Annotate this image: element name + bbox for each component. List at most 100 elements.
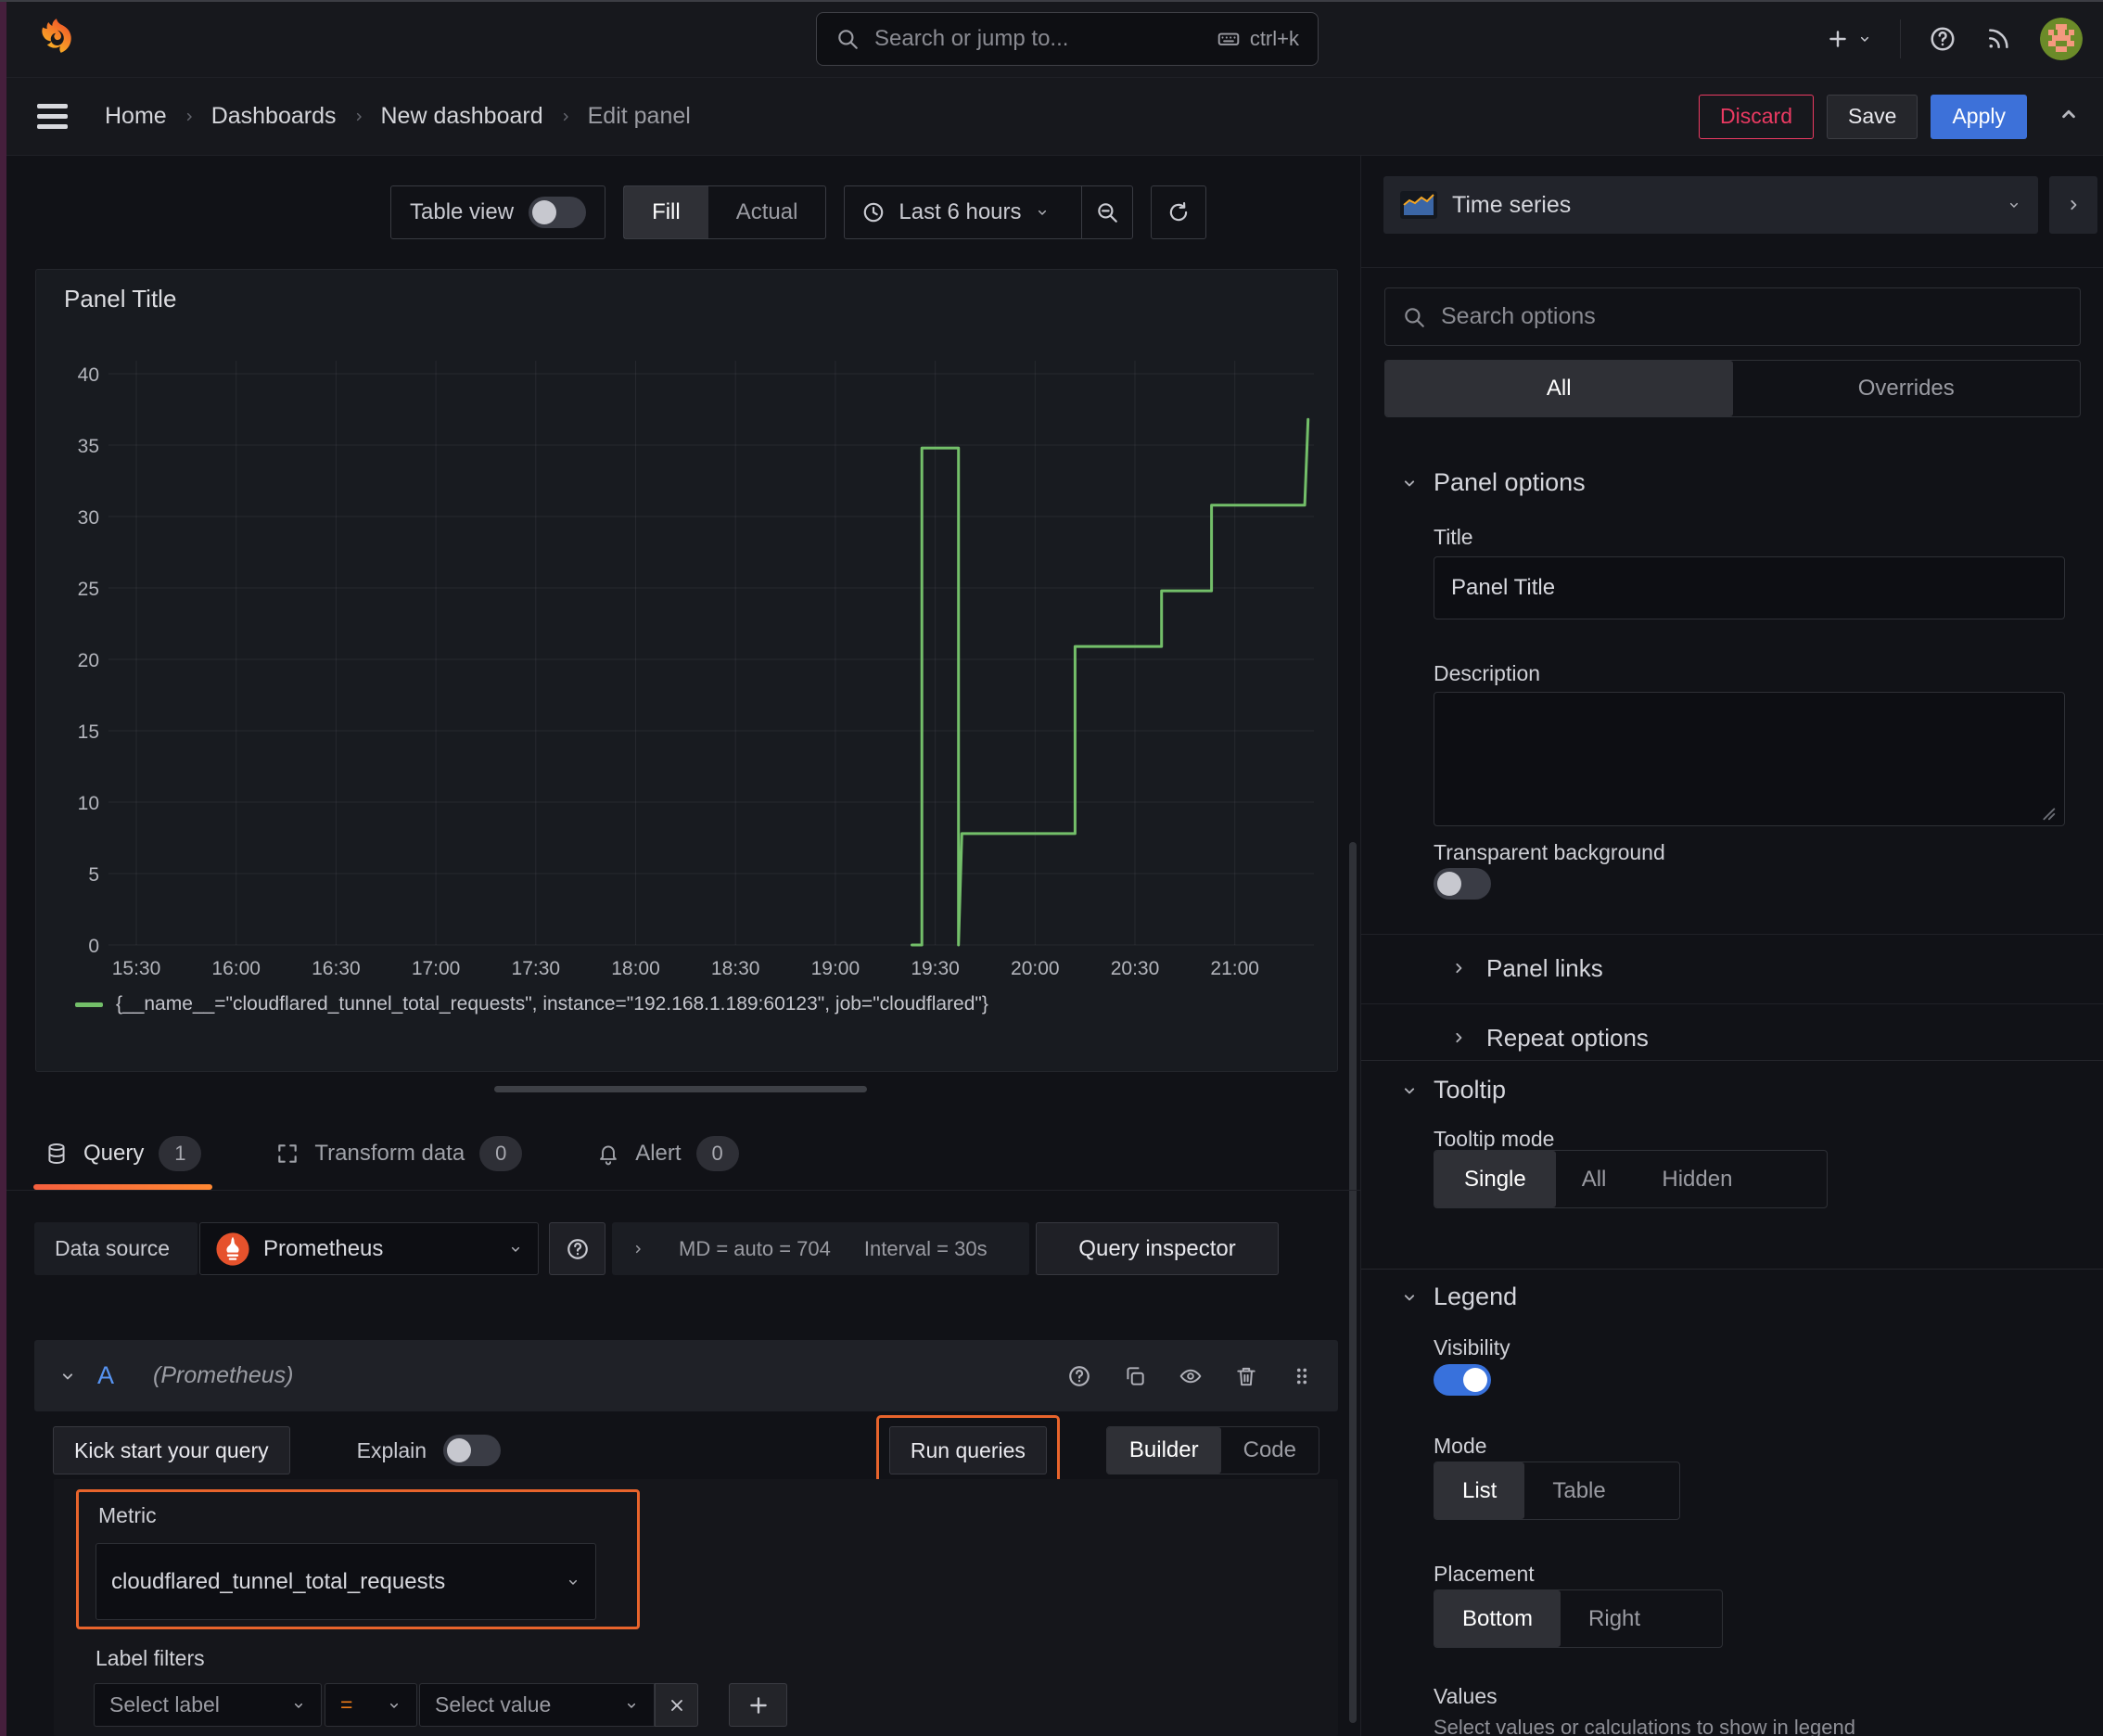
svg-text:16:00: 16:00 bbox=[211, 958, 261, 979]
kick-start-query-button[interactable]: Kick start your query bbox=[53, 1426, 290, 1474]
window-top-edge bbox=[0, 0, 2103, 2]
query-help-icon[interactable] bbox=[1067, 1364, 1091, 1388]
breadcrumb-new-dashboard[interactable]: New dashboard bbox=[381, 103, 543, 130]
legend-placement-right[interactable]: Right bbox=[1561, 1590, 1668, 1647]
explain-toggle[interactable] bbox=[443, 1435, 502, 1466]
delete-query-trash-icon[interactable] bbox=[1234, 1364, 1258, 1388]
breadcrumb-home[interactable]: Home bbox=[105, 103, 167, 130]
legend-series-label[interactable]: {__name__="cloudflared_tunnel_total_requ… bbox=[116, 993, 988, 1015]
new-menu-button[interactable] bbox=[1826, 27, 1872, 51]
menu-toggle-button[interactable] bbox=[37, 104, 68, 129]
search-icon bbox=[835, 27, 860, 51]
datasource-picker[interactable]: Prometheus bbox=[199, 1222, 539, 1275]
time-series-chart[interactable]: 0 5 10 15 20 25 30 35 40 15:30 16:00 16:30 17:00 17:3… bbox=[53, 324, 1326, 986]
svg-text:19:00: 19:00 bbox=[811, 958, 860, 979]
panel-preview-title[interactable]: Panel Title bbox=[64, 285, 176, 313]
fill-option[interactable]: Fill bbox=[624, 186, 708, 238]
code-option[interactable]: Code bbox=[1221, 1427, 1319, 1474]
legend-visibility-toggle[interactable] bbox=[1434, 1364, 1491, 1396]
chevron-down-icon bbox=[1400, 1081, 1419, 1100]
section-legend[interactable]: Legend bbox=[1400, 1283, 1517, 1311]
chevron-down-icon bbox=[1857, 32, 1872, 46]
navbar-actions bbox=[1826, 0, 2083, 78]
query-options-summary[interactable]: MD = auto = 704 Interval = 30s bbox=[612, 1222, 1029, 1275]
panel-resize-handle[interactable] bbox=[494, 1086, 867, 1092]
visualization-picker[interactable]: Time series bbox=[1383, 176, 2038, 234]
tooltip-mode-hidden[interactable]: Hidden bbox=[1632, 1151, 1762, 1207]
section-panel-links[interactable]: Panel links bbox=[1449, 946, 1603, 990]
label-filters-row: Select label = Select value bbox=[94, 1683, 787, 1727]
disable-query-eye-icon[interactable] bbox=[1179, 1364, 1203, 1388]
panel-description-textarea[interactable] bbox=[1434, 692, 2065, 826]
add-filter-button[interactable] bbox=[729, 1683, 787, 1727]
breadcrumb-edit-panel: Edit panel bbox=[587, 103, 691, 129]
tab-query[interactable]: Query 1 bbox=[33, 1117, 213, 1190]
time-series-viz-icon bbox=[1400, 191, 1437, 219]
query-editor-row: A (Prometheus) Kick start your query Exp… bbox=[34, 1340, 1338, 1736]
remove-filter-button[interactable] bbox=[655, 1683, 698, 1727]
edit-panel-main: Table view Fill Actual Last 6 hours Pane… bbox=[0, 156, 1361, 1736]
duplicate-query-icon[interactable] bbox=[1123, 1364, 1147, 1388]
chevron-down-icon bbox=[1035, 205, 1050, 220]
metric-select[interactable]: cloudflared_tunnel_total_requests bbox=[96, 1543, 596, 1620]
news-rss-icon[interactable] bbox=[1984, 25, 2012, 53]
global-search-input[interactable] bbox=[874, 26, 1202, 52]
user-avatar[interactable] bbox=[2040, 18, 2083, 60]
chevron-down-icon bbox=[566, 1575, 580, 1589]
toggle-options-pane-button[interactable] bbox=[2049, 176, 2097, 234]
svg-text:17:00: 17:00 bbox=[412, 958, 461, 979]
section-tooltip[interactable]: Tooltip bbox=[1400, 1076, 1506, 1104]
svg-text:20:30: 20:30 bbox=[1111, 958, 1160, 979]
operator-dropdown[interactable]: = bbox=[325, 1683, 417, 1727]
chevron-down-icon bbox=[291, 1698, 306, 1713]
tooltip-mode-all[interactable]: All bbox=[1556, 1151, 1633, 1207]
actual-option[interactable]: Actual bbox=[708, 186, 826, 238]
description-field-label: Description bbox=[1434, 661, 1541, 685]
datasource-help-button[interactable] bbox=[549, 1222, 605, 1275]
global-search-box[interactable]: ctrl+k bbox=[816, 12, 1319, 66]
drag-grip-icon[interactable] bbox=[1290, 1364, 1314, 1388]
panel-title-input[interactable] bbox=[1434, 556, 2065, 619]
discard-button[interactable]: Discard bbox=[1699, 94, 1815, 139]
options-search-input[interactable] bbox=[1441, 303, 2063, 330]
legend-mode-table[interactable]: Table bbox=[1524, 1462, 1633, 1519]
run-queries-button[interactable]: Run queries bbox=[888, 1426, 1047, 1474]
collapse-header-button[interactable] bbox=[2057, 102, 2081, 131]
panel-preview: Panel Title 0 5 10 15 20 25 30 35 40 15:30 16:00 16… bbox=[35, 269, 1338, 1072]
section-tooltip-title: Tooltip bbox=[1434, 1076, 1507, 1104]
query-inspector-button[interactable]: Query inspector bbox=[1036, 1222, 1279, 1275]
tooltip-mode-single[interactable]: Single bbox=[1434, 1151, 1556, 1207]
chevron-right-icon bbox=[182, 109, 197, 124]
tab-transform-data[interactable]: Transform data 0 bbox=[264, 1117, 533, 1190]
query-row-header[interactable]: A (Prometheus) bbox=[34, 1340, 1338, 1411]
select-label-dropdown[interactable]: Select label bbox=[94, 1683, 322, 1727]
zoom-out-button[interactable] bbox=[1080, 186, 1132, 238]
builder-option[interactable]: Builder bbox=[1106, 1427, 1221, 1474]
svg-text:17:30: 17:30 bbox=[512, 958, 561, 979]
select-value-dropdown[interactable]: Select value bbox=[419, 1683, 655, 1727]
options-search-box[interactable] bbox=[1384, 287, 2081, 346]
breadcrumb-dashboards[interactable]: Dashboards bbox=[211, 103, 337, 130]
tab-all[interactable]: All bbox=[1385, 361, 1733, 416]
grafana-logo-icon[interactable] bbox=[33, 16, 80, 62]
chevron-right-icon bbox=[2064, 196, 2083, 214]
breadcrumb-bar: Home Dashboards New dashboard Edit panel… bbox=[0, 78, 2103, 156]
visualization-name: Time series bbox=[1452, 191, 1572, 218]
apply-button[interactable]: Apply bbox=[1931, 94, 2027, 139]
chevron-down-icon bbox=[1400, 474, 1419, 492]
legend-mode-list[interactable]: List bbox=[1434, 1462, 1525, 1519]
legend-series-swatch[interactable] bbox=[75, 1002, 103, 1007]
query-toolbar: Kick start your query Explain Run querie… bbox=[53, 1415, 1319, 1486]
save-button[interactable]: Save bbox=[1827, 94, 1918, 139]
refresh-button[interactable] bbox=[1150, 185, 1206, 239]
tab-overrides[interactable]: Overrides bbox=[1733, 361, 2081, 416]
help-icon[interactable] bbox=[1929, 25, 1956, 53]
time-range-picker[interactable]: Last 6 hours bbox=[845, 186, 1065, 238]
main-scrollbar[interactable] bbox=[1349, 842, 1357, 1723]
transparent-bg-toggle[interactable] bbox=[1434, 868, 1491, 900]
section-repeat-options[interactable]: Repeat options bbox=[1449, 1015, 1649, 1060]
section-panel-options[interactable]: Panel options bbox=[1400, 468, 1586, 497]
tab-alert[interactable]: Alert 0 bbox=[585, 1117, 749, 1190]
table-view-toggle[interactable] bbox=[529, 197, 587, 228]
legend-placement-bottom[interactable]: Bottom bbox=[1434, 1590, 1561, 1647]
